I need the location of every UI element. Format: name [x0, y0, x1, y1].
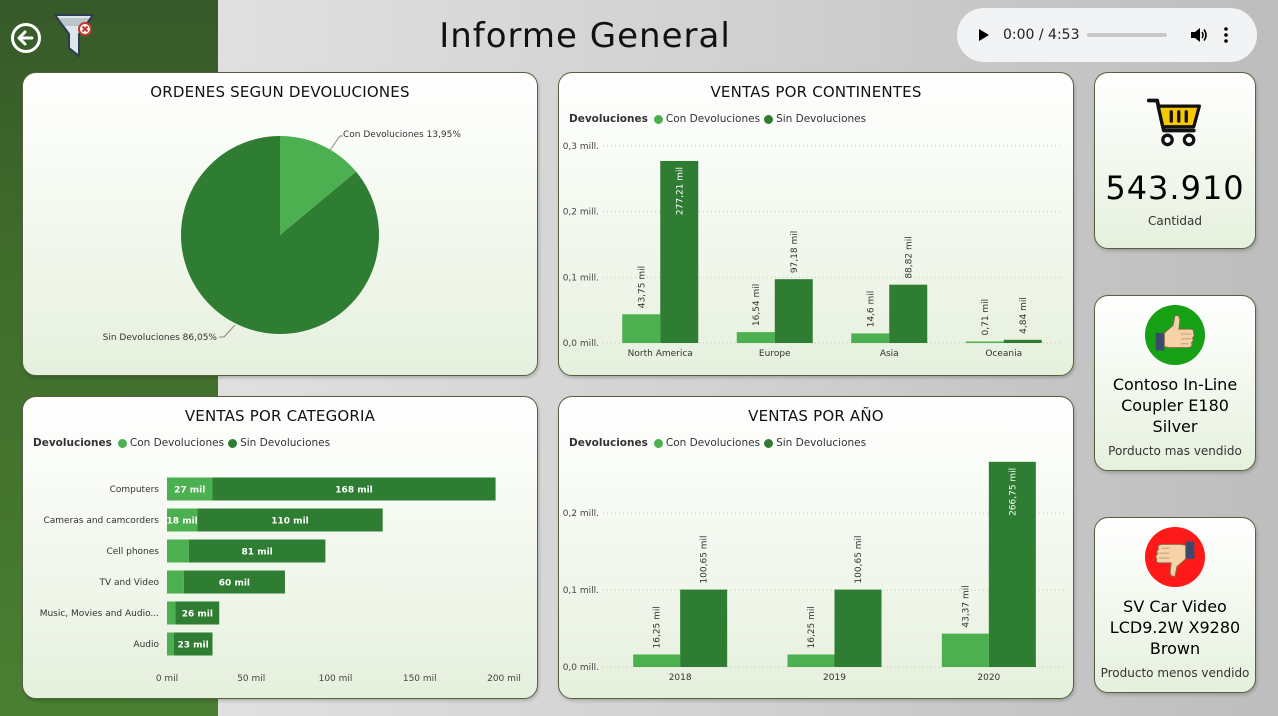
bar-sin-devoluciones-oceania[interactable]	[1003, 339, 1042, 343]
data-label: 16,25 mil	[653, 606, 663, 648]
bar-con-devoluciones-audio[interactable]	[167, 632, 174, 656]
data-label: 27 mil	[174, 486, 205, 496]
bar-con-devoluciones-europe[interactable]	[736, 332, 775, 343]
shopping-cart-icon	[1146, 98, 1202, 147]
pie-leader-sin	[219, 324, 236, 338]
more-options-icon[interactable]	[1223, 26, 1229, 44]
bar-con-devoluciones-oceania[interactable]	[965, 341, 1004, 344]
pie-leader-con	[329, 135, 343, 151]
year-bar-chart: 0,0 mill. 0,1 mill. 0,2 mill. 16,25 mil 100,…	[563, 461, 1066, 683]
x-tick-label: 200 mil	[487, 674, 521, 684]
x-tick-label: 100 mil	[319, 674, 353, 684]
data-label: 100,65 mil	[854, 535, 864, 583]
kpi-quantity-card: 543.910 Cantidad	[1094, 72, 1256, 249]
data-label: 18 mil	[167, 517, 198, 527]
data-label: 97,18 mil	[790, 231, 800, 273]
x-category-label: North America	[628, 349, 693, 359]
bar-con-devoluciones-cell-phones[interactable]	[167, 539, 189, 563]
bar-con-devoluciones-north-america[interactable]	[622, 314, 661, 343]
x-category-label: Europe	[759, 349, 791, 359]
data-label: 110 mil	[271, 517, 308, 527]
x-tick-label: 150 mil	[403, 674, 437, 684]
audio-progress-bar[interactable]	[1087, 33, 1167, 37]
x-tick-label: 50 mil	[237, 674, 265, 684]
data-label: 81 mil	[242, 548, 273, 558]
bar-con-devoluciones-2020[interactable]	[941, 633, 989, 667]
data-label: 266,75 mil	[1008, 468, 1018, 516]
play-icon[interactable]	[975, 27, 991, 43]
y-tick-label: 0,0 mill.	[563, 339, 599, 349]
kpi-quantity-value: 543.910	[1105, 169, 1245, 207]
data-label: 4,84 mil	[1019, 297, 1029, 334]
clear-filter-icon[interactable]	[52, 12, 96, 62]
bar-con-devoluciones-music-movies-and-audio[interactable]	[167, 601, 176, 625]
bar-sin-devoluciones-2018[interactable]	[680, 589, 728, 667]
data-label: 60 mil	[219, 579, 250, 589]
y-category-label: Computers	[110, 485, 160, 495]
data-label: 43,37 mil	[961, 585, 971, 627]
bar-sin-devoluciones-asia[interactable]	[889, 284, 928, 343]
data-label: 168 mil	[335, 486, 372, 496]
continent-bar-chart: 0,0 mill. 0,1 mill. 0,2 mill. 0,3 mill. 43,7…	[563, 142, 1061, 359]
x-category-label: Asia	[880, 349, 899, 359]
bar-sin-devoluciones-2019[interactable]	[834, 589, 882, 667]
x-category-label: Oceania	[985, 349, 1022, 359]
y-tick-label: 0,0 mill.	[563, 663, 599, 673]
y-category-label: Cameras and camcorders	[43, 516, 159, 526]
bar-con-devoluciones-tv-and-video[interactable]	[167, 570, 184, 594]
y-tick-label: 0,2 mill.	[563, 509, 599, 519]
data-label: 100,65 mil	[700, 535, 710, 583]
kpi-worst-product-caption: Producto menos vendido	[1100, 666, 1250, 680]
y-category-label: Audio	[133, 640, 159, 650]
y-tick-label: 0,1 mill.	[563, 586, 599, 596]
data-label: 277,21 mil	[675, 167, 685, 215]
pie-chart: Con Devoluciones 13,95% Sin Devoluciones…	[103, 130, 462, 343]
pie-chart-card: ORDENES SEGUN DEVOLUCIONES Con Devolucio…	[22, 72, 538, 376]
bar-con-devoluciones-2019[interactable]	[787, 654, 835, 668]
data-label: 43,75 mil	[637, 266, 647, 308]
x-category-label: 2018	[669, 673, 692, 683]
audio-time: 0:00 / 4:53	[1003, 27, 1080, 43]
y-category-label: Music, Movies and Audio...	[40, 609, 159, 619]
page-title: Informe General	[439, 16, 731, 56]
pie-label-sin: Sin Devoluciones 86,05%	[103, 333, 218, 343]
x-category-label: 2020	[977, 673, 1000, 683]
thumbs-up-icon	[1144, 304, 1206, 366]
x-tick-label: 0 mil	[156, 674, 178, 684]
thumbs-down-icon	[1144, 526, 1206, 588]
category-chart-card: VENTAS POR CATEGORIA Devoluciones Con De…	[22, 396, 538, 699]
kpi-best-product-caption: Porducto mas vendido	[1108, 444, 1242, 458]
continent-chart-card: VENTAS POR CONTINENTES Devoluciones Con …	[558, 72, 1074, 376]
kpi-worst-product-name: SV Car Video LCD9.2W X9280 Brown	[1109, 597, 1241, 658]
data-label: 16,54 mil	[752, 284, 762, 326]
bar-sin-devoluciones-europe[interactable]	[774, 279, 813, 343]
audio-player[interactable]: 0:00 / 4:53	[957, 8, 1257, 62]
y-tick-label: 0,2 mill.	[563, 208, 599, 218]
data-label: 23 mil	[178, 641, 209, 651]
kpi-quantity-caption: Cantidad	[1148, 214, 1202, 228]
bar-con-devoluciones-2018[interactable]	[633, 654, 681, 668]
y-tick-label: 0,3 mill.	[563, 142, 599, 152]
kpi-worst-product-card: SV Car Video LCD9.2W X9280 Brown Product…	[1094, 517, 1256, 693]
volume-icon[interactable]	[1189, 26, 1209, 44]
y-category-label: TV and Video	[98, 578, 159, 588]
data-label: 16,25 mil	[807, 606, 817, 648]
back-arrow-icon[interactable]	[10, 22, 42, 54]
data-label: 26 mil	[182, 610, 213, 620]
data-label: 88,82 mil	[904, 236, 914, 278]
pie-label-con: Con Devoluciones 13,95%	[343, 130, 461, 140]
kpi-best-product-name: Contoso In-Line Coupler E180 Silver	[1112, 375, 1238, 436]
kpi-best-product-card: Contoso In-Line Coupler E180 Silver Pord…	[1094, 295, 1256, 471]
y-category-label: Cell phones	[106, 547, 159, 557]
y-tick-label: 0,1 mill.	[563, 273, 599, 283]
bar-con-devoluciones-asia[interactable]	[851, 333, 890, 343]
x-category-label: 2019	[823, 673, 846, 683]
category-bar-chart: 0 mil 50 mil 100 mil 150 mil 200 mil Computer…	[40, 477, 521, 684]
data-label: 0,71 mil	[981, 299, 991, 336]
year-chart-card: VENTAS POR AÑO Devoluciones Con Devoluci…	[558, 396, 1074, 699]
data-label: 14,6 mil	[866, 291, 876, 328]
